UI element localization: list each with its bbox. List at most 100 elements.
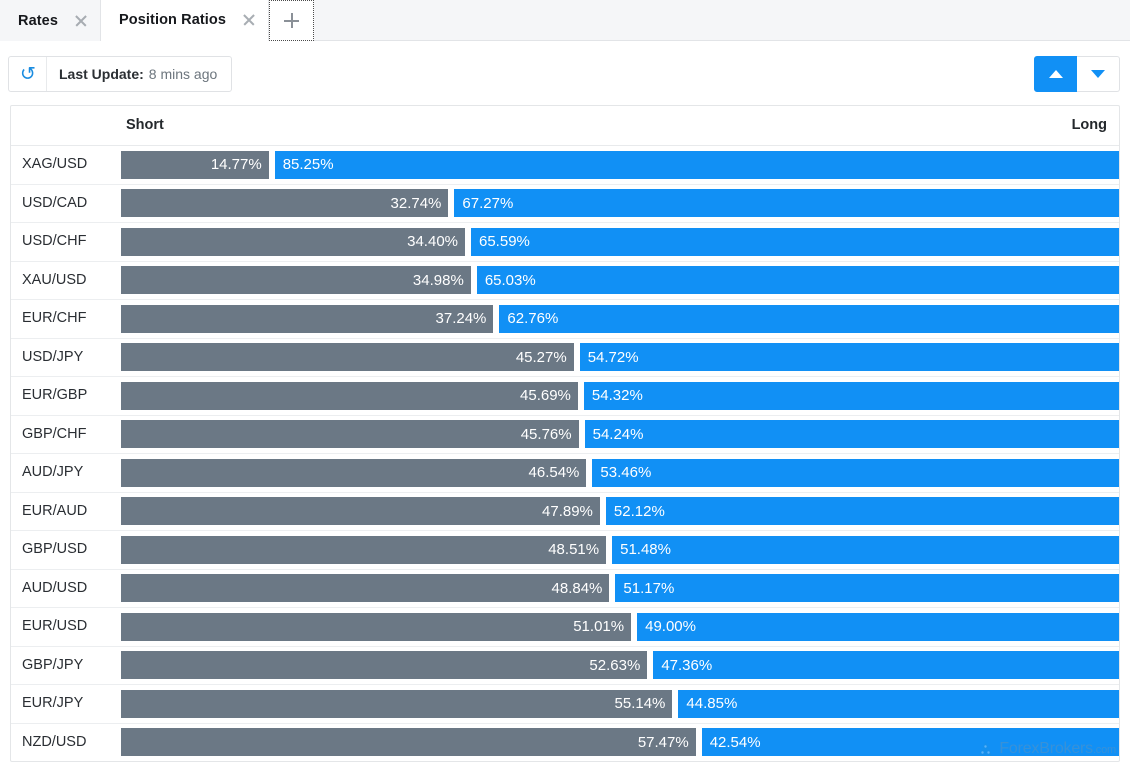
triangle-down-icon <box>1091 70 1105 78</box>
table-row[interactable]: USD/CAD 32.74% 67.27% <box>11 185 1119 223</box>
long-value: 51.48% <box>620 541 671 558</box>
ratio-bar-track: 45.27% 54.72% <box>121 343 1119 371</box>
currency-pair-label: XAU/USD <box>22 271 87 288</box>
long-value: 67.27% <box>462 194 514 212</box>
long-bar: 49.00% <box>637 612 1119 641</box>
long-bar: 53.46% <box>592 458 1119 487</box>
ratio-bar-track: 45.69% 54.32% <box>121 381 1119 410</box>
short-value: 45.76% <box>520 425 572 443</box>
long-bar: 67.27% <box>454 189 1119 217</box>
short-value: 32.74% <box>390 194 442 212</box>
currency-pair-label: AUD/JPY <box>22 464 84 480</box>
tab-position-ratios[interactable]: Position Ratios <box>101 0 270 41</box>
short-bar: 48.51% <box>121 535 607 564</box>
sort-ascending-button[interactable] <box>1034 56 1077 92</box>
tab-bar: Rates Position Ratios <box>0 0 1130 41</box>
short-value: 46.54% <box>528 464 580 481</box>
long-bar: 51.48% <box>612 535 1119 564</box>
long-value: 49.00% <box>645 618 696 635</box>
currency-pair-label: EUR/CHF <box>22 310 87 326</box>
ratio-bar-track: 52.63% 47.36% <box>121 651 1119 679</box>
long-bar: 52.12% <box>605 497 1119 525</box>
long-bar: 54.72% <box>579 343 1119 371</box>
add-tab-button[interactable] <box>269 0 315 41</box>
short-bar: 34.40% <box>121 227 465 256</box>
long-value: 54.72% <box>587 348 639 366</box>
table-row[interactable]: EUR/GBP 45.69% 54.32% <box>11 377 1119 416</box>
table-row[interactable]: XAG/USD 14.77% 85.25% <box>11 146 1119 185</box>
ratio-bar-track: 48.84% 51.17% <box>121 574 1119 602</box>
currency-pair-label: NZD/USD <box>22 733 87 750</box>
position-ratios-table: Short Long XAG/USD 14.77% 85.25% USD/CAD 32.… <box>10 105 1120 762</box>
table-row[interactable]: USD/JPY 45.27% 54.72% <box>11 339 1119 377</box>
currency-pair-label: XAG/USD <box>22 156 88 172</box>
short-value: 51.01% <box>573 618 625 635</box>
currency-pair-label: USD/JPY <box>22 348 84 365</box>
short-bar: 46.54% <box>121 458 587 487</box>
table-row[interactable]: EUR/JPY 55.14% 44.85% <box>11 685 1119 724</box>
ratio-bar-track: 47.89% 52.12% <box>121 497 1119 525</box>
long-bar: 65.59% <box>471 227 1119 256</box>
table-row[interactable]: AUD/USD 48.84% 51.17% <box>11 570 1119 608</box>
short-value: 47.89% <box>542 502 593 520</box>
currency-pair-label: GBP/USD <box>22 541 88 557</box>
currency-pair-label: EUR/AUD <box>22 502 88 519</box>
table-header: Short Long <box>11 106 1119 146</box>
short-value: 48.84% <box>551 579 603 597</box>
long-bar: 42.54% <box>701 728 1119 756</box>
table-row[interactable]: EUR/AUD 47.89% 52.12% <box>11 493 1119 531</box>
short-bar: 32.74% <box>121 189 449 217</box>
long-value: 53.46% <box>600 464 652 481</box>
plus-icon <box>284 13 300 28</box>
table-row[interactable]: GBP/CHF 45.76% 54.24% <box>11 416 1119 454</box>
table-body: XAG/USD 14.77% 85.25% USD/CAD 32.74% 67.27% US… <box>11 146 1119 761</box>
long-bar: 62.76% <box>499 304 1119 333</box>
short-bar: 45.69% <box>121 381 578 410</box>
table-row[interactable]: GBP/USD 48.51% 51.48% <box>11 531 1119 570</box>
short-bar: 45.76% <box>121 420 579 448</box>
refresh-button[interactable]: ↻ <box>9 57 47 91</box>
short-bar: 55.14% <box>121 689 673 718</box>
tab-rates-label: Rates <box>18 12 58 29</box>
long-bar: 51.17% <box>615 574 1119 602</box>
ratio-bar-track: 55.14% 44.85% <box>121 689 1119 718</box>
short-value: 34.98% <box>412 271 464 289</box>
refresh-icon: ↻ <box>19 62 36 85</box>
short-bar: 51.01% <box>121 612 632 641</box>
table-row[interactable]: AUD/JPY 46.54% 53.46% <box>11 454 1119 493</box>
long-bar: 54.24% <box>584 420 1119 448</box>
short-value: 52.63% <box>589 656 641 674</box>
close-icon[interactable] <box>242 13 256 27</box>
currency-pair-label: EUR/JPY <box>22 695 84 711</box>
table-row[interactable]: USD/CHF 34.40% 65.59% <box>11 223 1119 262</box>
currency-pair-label: USD/CAD <box>22 194 88 211</box>
column-header-long: Long <box>1071 117 1107 133</box>
tab-rates[interactable]: Rates <box>0 0 101 41</box>
ratio-bar-track: 45.76% 54.24% <box>121 420 1119 448</box>
ratio-bar-track: 37.24% 62.76% <box>121 304 1119 333</box>
short-bar: 52.63% <box>121 651 648 679</box>
close-icon[interactable] <box>74 14 88 28</box>
table-row[interactable]: EUR/USD 51.01% 49.00% <box>11 608 1119 647</box>
currency-pair-label: GBP/CHF <box>22 425 87 442</box>
short-bar: 47.89% <box>121 497 600 525</box>
short-bar: 14.77% <box>121 150 269 179</box>
currency-pair-label: GBP/JPY <box>22 656 84 673</box>
short-value: 48.51% <box>548 541 600 558</box>
tab-position-ratios-label: Position Ratios <box>119 12 227 28</box>
table-row[interactable]: EUR/CHF 37.24% 62.76% <box>11 300 1119 339</box>
long-value: 47.36% <box>661 656 713 674</box>
last-update-value: 8 mins ago <box>148 66 218 82</box>
table-row[interactable]: XAU/USD 34.98% 65.03% <box>11 262 1119 300</box>
currency-pair-label: EUR/USD <box>22 618 88 634</box>
table-row[interactable]: NZD/USD 57.47% 42.54% <box>11 724 1119 762</box>
long-bar: 54.32% <box>583 381 1119 410</box>
sort-descending-button[interactable] <box>1077 56 1120 92</box>
short-bar: 48.84% <box>121 574 610 602</box>
short-value: 45.69% <box>520 387 571 404</box>
last-update-box: ↻ Last Update: 8 mins ago <box>8 56 233 92</box>
long-bar: 47.36% <box>653 651 1119 679</box>
short-value: 14.77% <box>210 156 262 173</box>
ratio-bar-track: 14.77% 85.25% <box>121 150 1119 179</box>
table-row[interactable]: GBP/JPY 52.63% 47.36% <box>11 647 1119 685</box>
